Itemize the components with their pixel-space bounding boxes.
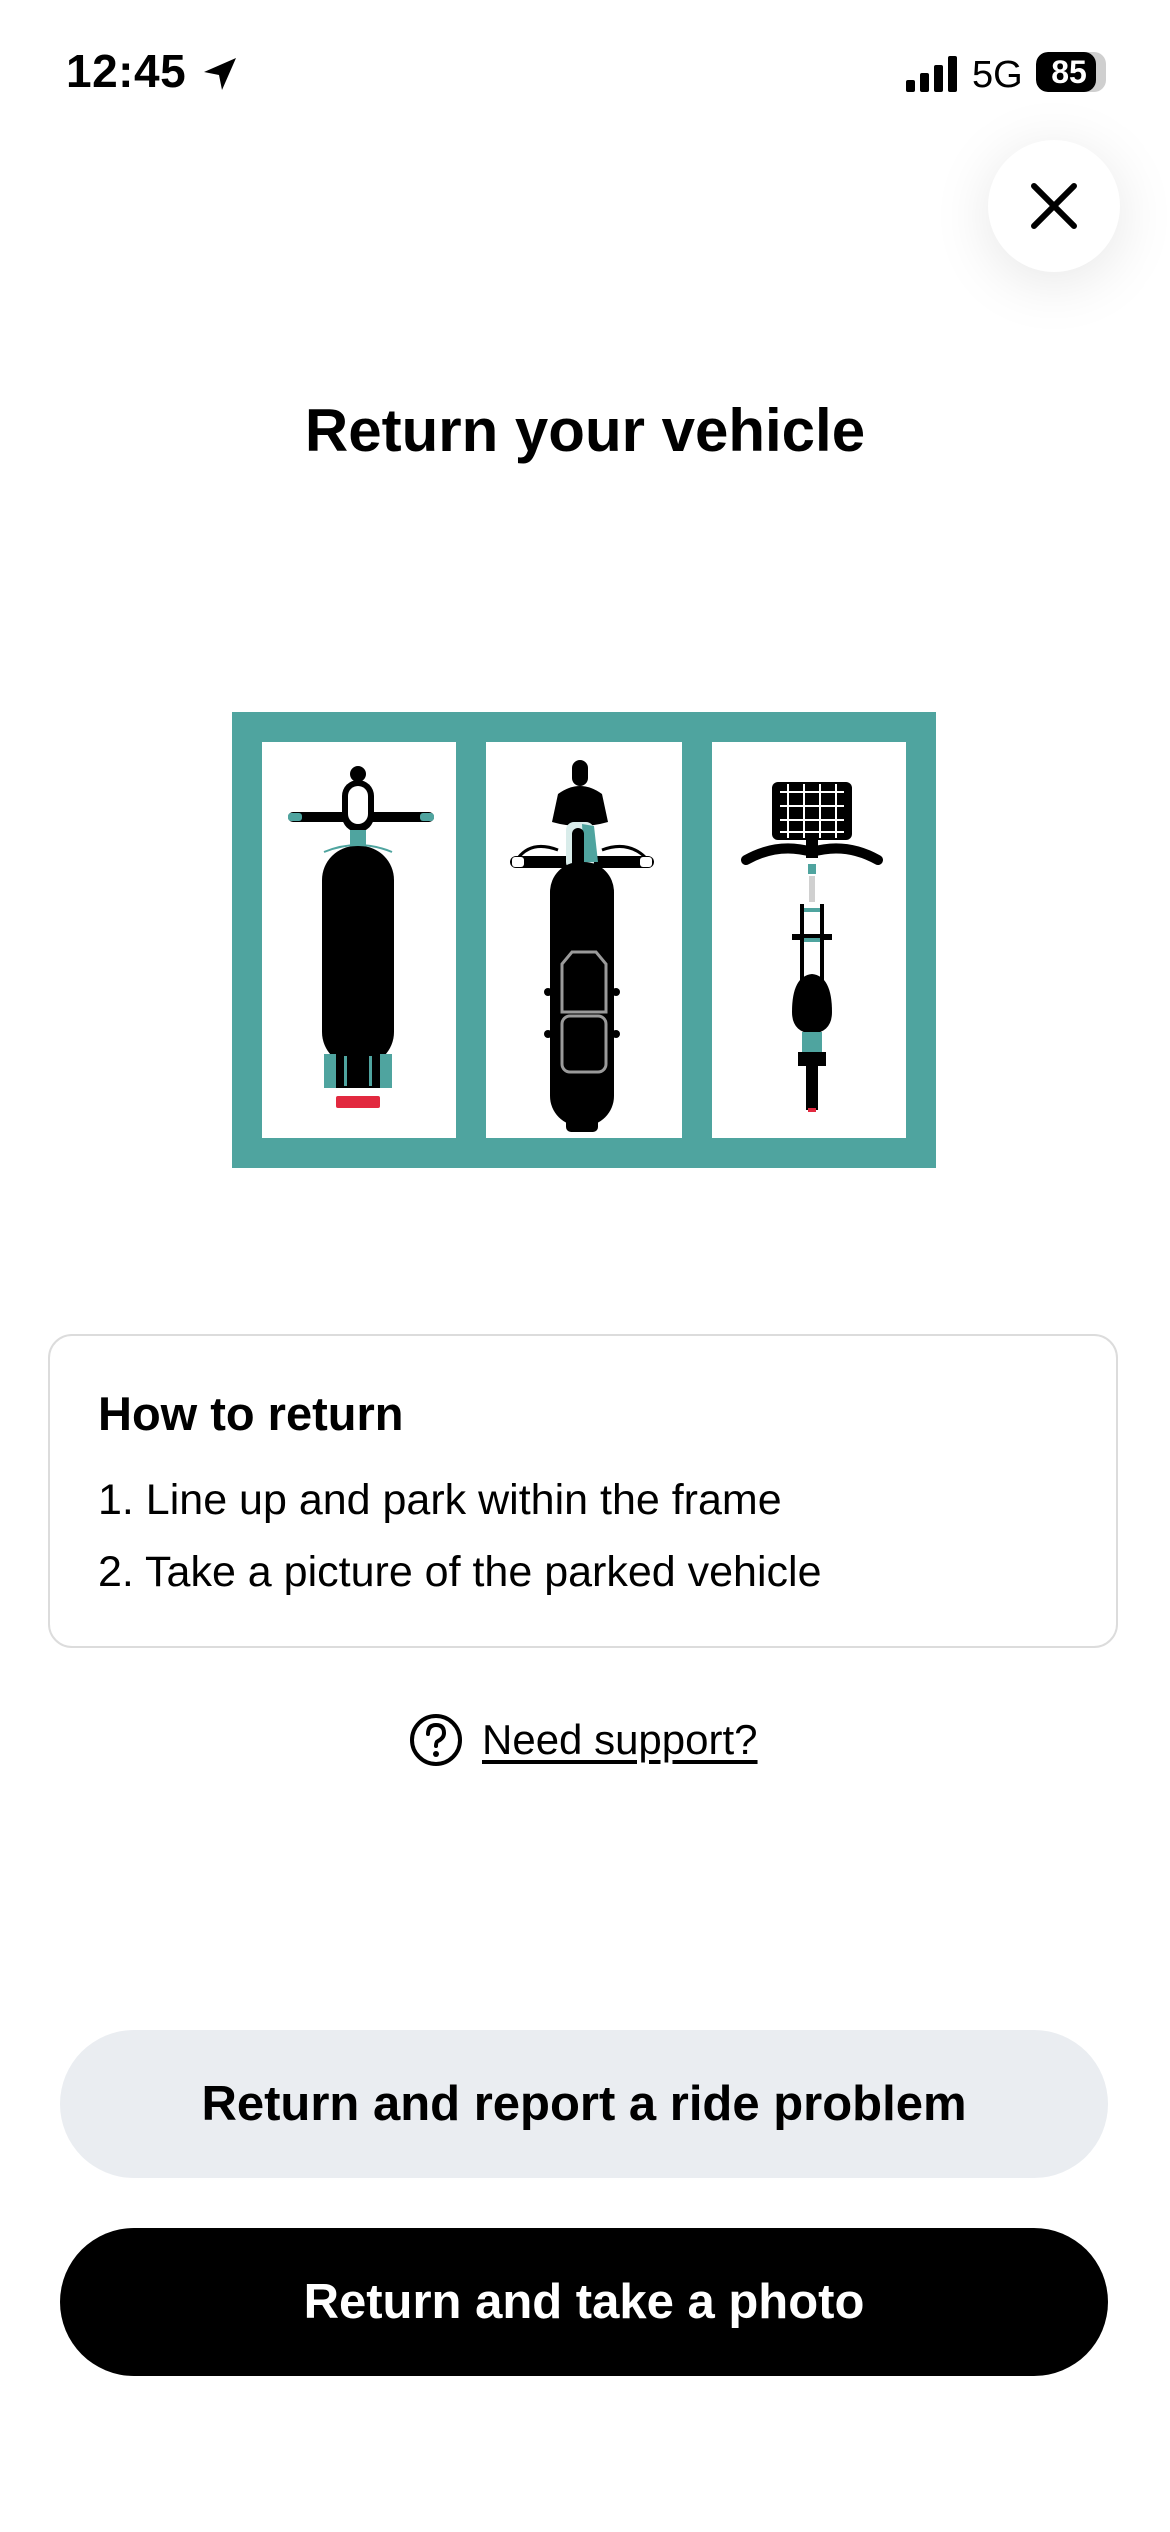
parking-frame-illustration — [232, 712, 936, 1168]
status-time: 12:45 — [66, 45, 187, 97]
location-arrow-icon — [204, 58, 236, 90]
need-support-label[interactable]: Need support? — [482, 1716, 758, 1764]
question-circle-icon — [410, 1714, 462, 1766]
close-button[interactable] — [988, 140, 1120, 272]
status-bar: 12:45 5G 85 — [0, 0, 1170, 150]
return-report-problem-button[interactable]: Return and report a ride problem — [60, 2030, 1108, 2178]
battery-icon: 85 — [1036, 52, 1108, 94]
how-to-step: 1. Line up and park within the frame — [98, 1476, 782, 1524]
how-to-return-card: How to return 1. Line up and park within… — [48, 1334, 1118, 1648]
battery-percent: 85 — [1051, 54, 1087, 90]
return-take-photo-button[interactable]: Return and take a photo — [60, 2228, 1108, 2376]
page-title: Return your vehicle — [304, 397, 866, 464]
how-to-title: How to return — [98, 1387, 404, 1440]
network-type: 5G — [972, 54, 1023, 96]
need-support-link[interactable]: Need support? — [408, 1710, 758, 1770]
how-to-step: 2. Take a picture of the parked vehicle — [98, 1548, 822, 1596]
cellular-signal-icon — [906, 56, 957, 92]
close-icon — [1031, 183, 1077, 229]
